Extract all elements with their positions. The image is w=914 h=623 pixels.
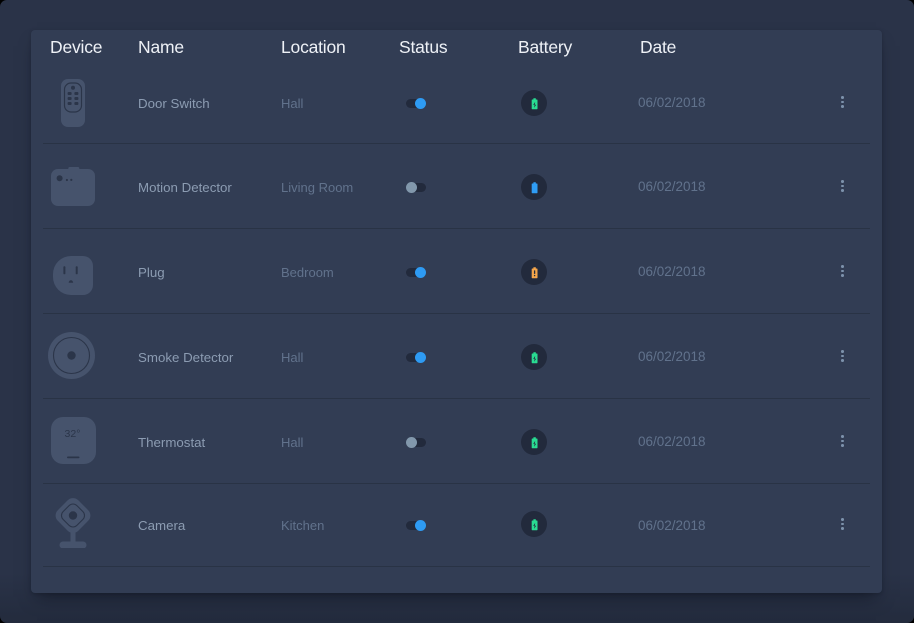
svg-text:32°: 32°	[65, 428, 81, 440]
